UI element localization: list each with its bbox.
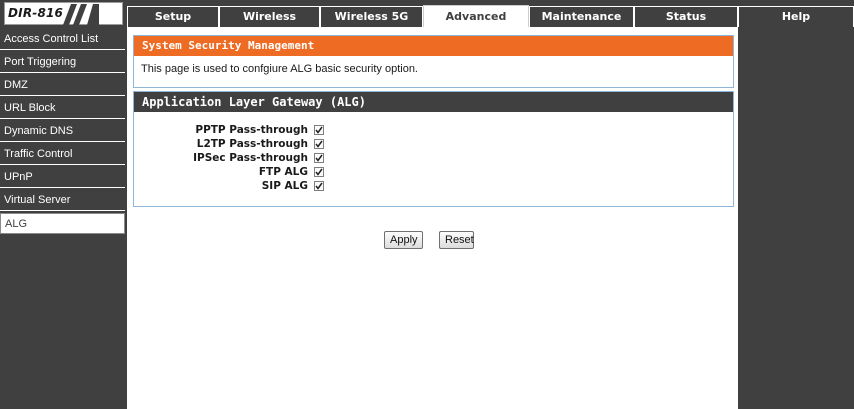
ftp-alg-label: FTP ALG — [258, 166, 308, 178]
pptp-label: PPTP Pass-through — [195, 124, 308, 136]
l2tp-checkbox[interactable] — [314, 139, 324, 149]
reset-button[interactable]: Reset — [439, 231, 474, 249]
sidebar-item-access-control-list[interactable]: Access Control List — [0, 29, 125, 50]
l2tp-label: L2TP Pass-through — [196, 138, 308, 150]
ipsec-checkbox[interactable] — [314, 153, 324, 163]
ftp-alg-checkbox[interactable] — [314, 167, 324, 177]
sidebar-item-virtual-server[interactable]: Virtual Server — [0, 190, 125, 211]
checkmark-icon — [315, 154, 323, 162]
page-description: This page is used to confgiure ALG basic… — [141, 63, 418, 75]
tab-status[interactable]: Status — [634, 6, 738, 27]
sidebar-item-port-triggering[interactable]: Port Triggering — [0, 52, 125, 73]
tab-advanced[interactable]: Advanced — [423, 5, 529, 27]
top-nav-bar: DIR-816 Setup Wireless Wireless 5G Advan… — [0, 0, 854, 27]
alg-section-title: Application Layer Gateway (ALG) — [134, 92, 733, 112]
model-name: DIR-816 — [8, 6, 64, 20]
sidebar: Access Control List Port Triggering DMZ … — [0, 27, 127, 409]
help-sidebar — [738, 27, 854, 409]
alg-option-row: PPTP Pass-through — [134, 124, 534, 137]
ipsec-label: IPSec Pass-through — [193, 152, 308, 164]
alg-option-row: FTP ALG — [134, 166, 534, 179]
sidebar-item-alg[interactable]: ALG — [0, 213, 125, 234]
tab-wireless-5g[interactable]: Wireless 5G — [320, 6, 423, 27]
tab-setup[interactable]: Setup — [127, 6, 219, 27]
sidebar-item-traffic-control[interactable]: Traffic Control — [0, 144, 125, 165]
checkmark-icon — [315, 168, 323, 176]
checkmark-icon — [315, 140, 323, 148]
security-management-panel: System Security Management This page is … — [133, 35, 734, 88]
sidebar-item-upnp[interactable]: UPnP — [0, 167, 125, 188]
brand-logo: DIR-816 — [4, 2, 123, 25]
sidebar-item-dynamic-dns[interactable]: Dynamic DNS — [0, 121, 125, 142]
sip-alg-checkbox[interactable] — [314, 181, 324, 191]
apply-button[interactable]: Apply — [384, 231, 423, 249]
alg-option-row: L2TP Pass-through — [134, 138, 534, 151]
tab-wireless[interactable]: Wireless — [219, 6, 320, 27]
tab-maintenance[interactable]: Maintenance — [529, 6, 634, 27]
section-title: System Security Management — [134, 36, 733, 56]
alg-panel: Application Layer Gateway (ALG) PPTP Pas… — [133, 91, 734, 207]
pptp-checkbox[interactable] — [314, 125, 324, 135]
alg-option-row: SIP ALG — [134, 180, 534, 193]
sidebar-item-url-block[interactable]: URL Block — [0, 98, 125, 119]
checkmark-icon — [315, 182, 323, 190]
sidebar-item-dmz[interactable]: DMZ — [0, 75, 125, 96]
sip-alg-label: SIP ALG — [261, 180, 308, 192]
tab-help[interactable]: Help — [738, 6, 854, 27]
checkmark-icon — [315, 126, 323, 134]
alg-option-row: IPSec Pass-through — [134, 152, 534, 165]
logo-slashes-icon — [63, 4, 99, 25]
